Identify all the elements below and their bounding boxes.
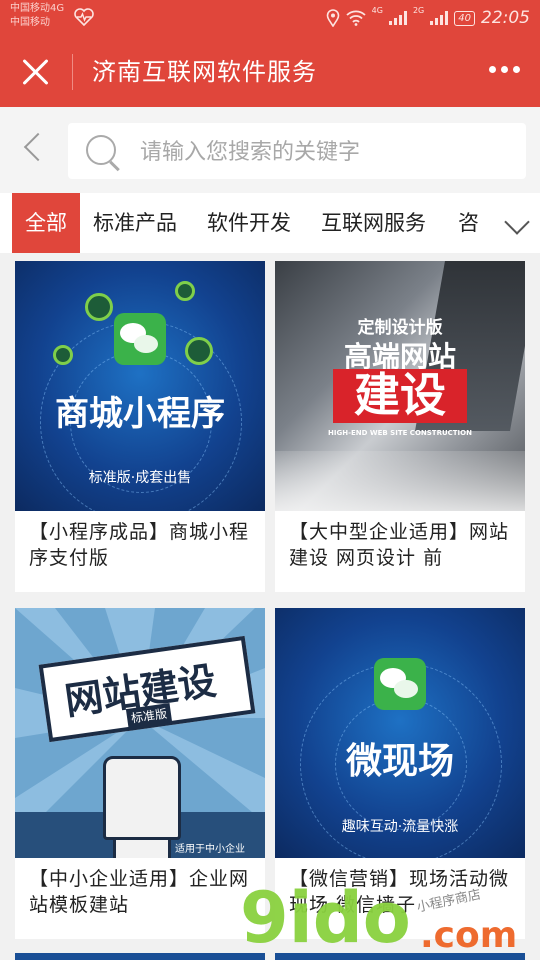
watermark-suffix: .com	[420, 915, 518, 956]
product-image[interactable]: 微现场 趣味互动·流量快涨	[275, 608, 525, 858]
carrier-info: 中国移动4G 中国移动	[10, 2, 64, 30]
product-card[interactable]: 定制设计版 高端网站 建设 HIGH-END WEB SITE CONSTRUC…	[275, 261, 525, 592]
tab-consulting[interactable]: 咨	[458, 193, 479, 253]
wifi-icon	[346, 10, 366, 26]
clock: 22:05	[481, 8, 530, 28]
page-title: 济南互联网软件服务	[92, 58, 317, 86]
carrier-line-2: 中国移动	[10, 17, 50, 28]
title-divider	[72, 54, 73, 90]
wechat-icon	[114, 313, 166, 365]
mini-program-icon	[85, 293, 113, 321]
location-icon	[326, 9, 339, 27]
tab-software-dev[interactable]: 软件开发	[207, 193, 291, 253]
network-2g-label: 2G	[412, 6, 425, 15]
product-image[interactable]: 网站建设 标准版 适用于中小企业	[15, 608, 265, 858]
search-icon	[86, 135, 116, 165]
art-title: 微现场	[345, 741, 454, 782]
back-arrow-icon[interactable]	[23, 132, 53, 162]
tab-all[interactable]: 全部	[12, 193, 80, 253]
product-title[interactable]: 【中小企业适用】企业网站模板建站	[29, 866, 255, 918]
watermark-tag: 小程序商店	[415, 887, 483, 916]
art-big-label: 建设	[354, 368, 446, 422]
heartbeat-icon	[74, 8, 94, 26]
search-box[interactable]	[68, 123, 526, 179]
art-subtitle: 适用于中小企业	[175, 844, 245, 855]
status-icons: 4G 2G 40 22:05	[326, 6, 530, 30]
mini-program-icon	[175, 281, 195, 301]
desk-surface	[275, 451, 525, 511]
product-title[interactable]: 【小程序成品】商城小程序支付版	[29, 519, 255, 571]
product-image[interactable]: 定制设计版 高端网站 建设 HIGH-END WEB SITE CONSTRUC…	[275, 261, 525, 511]
close-icon[interactable]	[20, 57, 50, 87]
product-image[interactable]: 商城小程序 标准版·成套出售	[15, 261, 265, 511]
category-tabs: 全部 标准产品 软件开发 互联网服务 咨	[0, 193, 540, 253]
wechat-icon	[374, 658, 426, 710]
title-bar: 济南互联网软件服务	[0, 36, 540, 107]
tab-internet-services[interactable]: 互联网服务	[321, 193, 426, 253]
fist-icon	[103, 756, 181, 840]
art-subtitle: 标准版·成套出售	[88, 470, 192, 486]
signal-icon-2	[430, 11, 449, 25]
art-title: 商城小程序	[55, 394, 225, 434]
art-subtitle: 趣味互动·流量快涨	[341, 819, 459, 835]
product-card-peek[interactable]	[15, 953, 265, 960]
more-menu-icon[interactable]	[489, 66, 520, 73]
signal-icon	[388, 11, 407, 25]
search-input[interactable]	[138, 133, 512, 171]
art-subtitle: HIGH-END WEB SITE CONSTRUCTION	[328, 429, 472, 437]
network-4g-label: 4G	[371, 6, 383, 15]
mini-program-icon	[185, 337, 213, 365]
site-watermark: 9ido .com 小程序商店	[240, 878, 540, 960]
search-row	[0, 107, 540, 193]
battery-icon: 40	[454, 10, 475, 26]
product-card[interactable]: 商城小程序 标准版·成套出售 【小程序成品】商城小程序支付版	[15, 261, 265, 592]
product-card[interactable]: 网站建设 标准版 适用于中小企业 【中小企业适用】企业网站模板建站	[15, 608, 265, 939]
mini-program-icon	[53, 345, 73, 365]
product-title[interactable]: 【大中型企业适用】网站建设 网页设计 前	[289, 519, 515, 571]
status-bar: 中国移动4G 中国移动 4G 2G 40 22:05	[0, 0, 540, 36]
watermark-brand: 9ido	[240, 877, 411, 959]
tab-standard-products[interactable]: 标准产品	[93, 193, 177, 253]
carrier-line-1: 中国移动4G	[10, 3, 65, 14]
